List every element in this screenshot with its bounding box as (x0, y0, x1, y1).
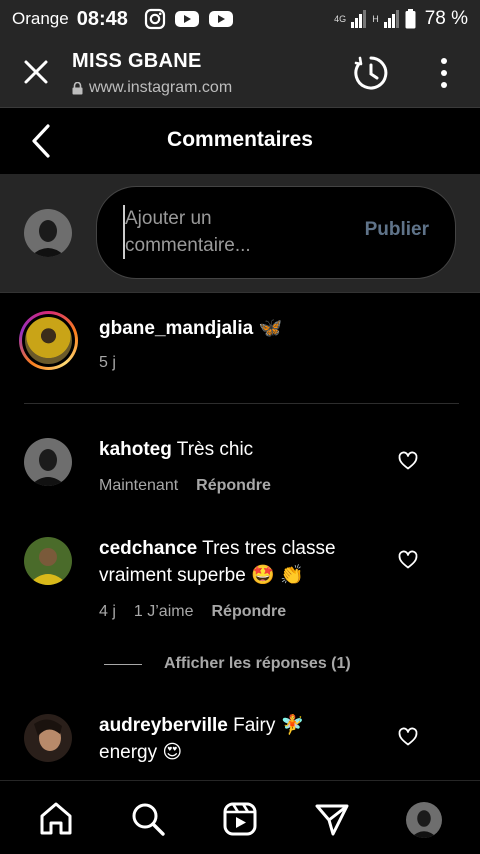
user-photo-icon (24, 714, 72, 762)
search-icon[interactable] (130, 801, 166, 837)
comment-body: Très chic (176, 439, 254, 460)
heart-icon[interactable] (398, 727, 418, 747)
comment-username[interactable]: audreyberville (99, 715, 228, 736)
avatar[interactable] (24, 537, 72, 585)
comment-text: cedchance Tres tres classe vraiment supe… (99, 535, 389, 589)
heart-icon[interactable] (398, 550, 418, 570)
notification-icons (144, 8, 234, 30)
comment-time: Maintenant (99, 477, 179, 494)
direct-message-icon[interactable] (314, 801, 350, 837)
avatar[interactable] (24, 714, 72, 762)
battery-percentage: 78 % (424, 8, 468, 29)
comment-username[interactable]: cedchance (99, 538, 197, 559)
bottom-navigation (0, 780, 480, 854)
profile-avatar[interactable] (406, 802, 442, 838)
comment-input-placeholder[interactable]: Ajouter un commentaire... (123, 205, 343, 259)
more-options-icon[interactable] (432, 56, 456, 90)
carrier-label: Orange (12, 9, 69, 28)
caption-body: 🦋 (258, 318, 283, 339)
network-type-label-2: H (372, 14, 379, 24)
placeholder-line-2: commentaire... (125, 235, 251, 256)
comment-input[interactable]: Ajouter un commentaire... Publier (96, 186, 456, 279)
browser-page-title: MISS GBANE (72, 50, 202, 72)
reply-button[interactable]: Répondre (211, 603, 286, 621)
avatar[interactable] (24, 438, 72, 486)
view-replies-button[interactable]: Afficher les réponses (1) (104, 655, 351, 673)
reels-icon[interactable] (222, 801, 258, 837)
browser-url-text: www.instagram.com (89, 79, 233, 96)
signal-icon-2 (383, 10, 399, 28)
signal-icon (351, 10, 367, 28)
comment-body: Tres tres classe (202, 538, 336, 559)
avatar (24, 209, 72, 257)
reply-button[interactable]: Répondre (196, 477, 271, 495)
lock-icon (72, 81, 83, 94)
comment-body-line-2: vraiment superbe 🤩 👏 (99, 565, 304, 586)
home-icon[interactable] (38, 801, 74, 837)
comment-text: audreyberville Fairy 🧚 energy 😍 (99, 712, 389, 766)
publish-button[interactable]: Publier (365, 219, 429, 241)
caption-time: 5 j (99, 354, 116, 371)
story-avatar[interactable] (19, 311, 78, 370)
replies-line (104, 663, 142, 665)
page-title: Commentaires (167, 128, 313, 151)
browser-url: www.instagram.com (72, 79, 232, 97)
caption-meta: 5 j (99, 354, 116, 372)
user-photo-icon (24, 209, 72, 257)
comment-text: kahoteg Très chic (99, 436, 389, 463)
user-photo-icon (24, 537, 72, 585)
instagram-icon (144, 8, 165, 30)
comments-header: Commentaires (0, 108, 480, 174)
youtube-icon (174, 11, 199, 27)
comment-username[interactable]: kahoteg (99, 439, 172, 460)
comment-meta: Maintenant Répondre (99, 477, 271, 495)
user-photo-icon (406, 802, 442, 838)
in-app-browser-bar: MISS GBANE www.instagram.com (0, 38, 480, 108)
comment-body-line-2: energy 😍 (99, 742, 183, 763)
user-photo-icon (24, 438, 72, 486)
network-type-label: 4G (334, 14, 347, 24)
comment-meta: 4 j 1 J’aime Répondre (99, 603, 286, 621)
battery-icon (405, 9, 416, 29)
like-count[interactable]: 1 J’aime (134, 603, 194, 621)
comment-time: 4 j (99, 603, 116, 620)
view-replies-label[interactable]: Afficher les réponses (1) (164, 655, 351, 673)
placeholder-line-1: Ajouter un (125, 208, 212, 229)
comment-body: Fairy 🧚 (233, 715, 305, 736)
comment-composer: Ajouter un commentaire... Publier (0, 174, 480, 293)
history-icon[interactable] (352, 54, 390, 92)
close-icon[interactable] (22, 58, 50, 86)
heart-icon[interactable] (398, 451, 418, 471)
status-bar: Orange 08:48 4G H 78 % (0, 0, 480, 38)
divider (24, 403, 459, 404)
caption-username[interactable]: gbane_mandjalia (99, 318, 253, 339)
avatar-photo (25, 317, 72, 364)
caption-text: gbane_mandjalia 🦋 (99, 315, 389, 342)
status-right: 4G H 78 % (334, 8, 468, 30)
youtube-icon (208, 11, 233, 27)
clock: 08:48 (76, 7, 128, 30)
